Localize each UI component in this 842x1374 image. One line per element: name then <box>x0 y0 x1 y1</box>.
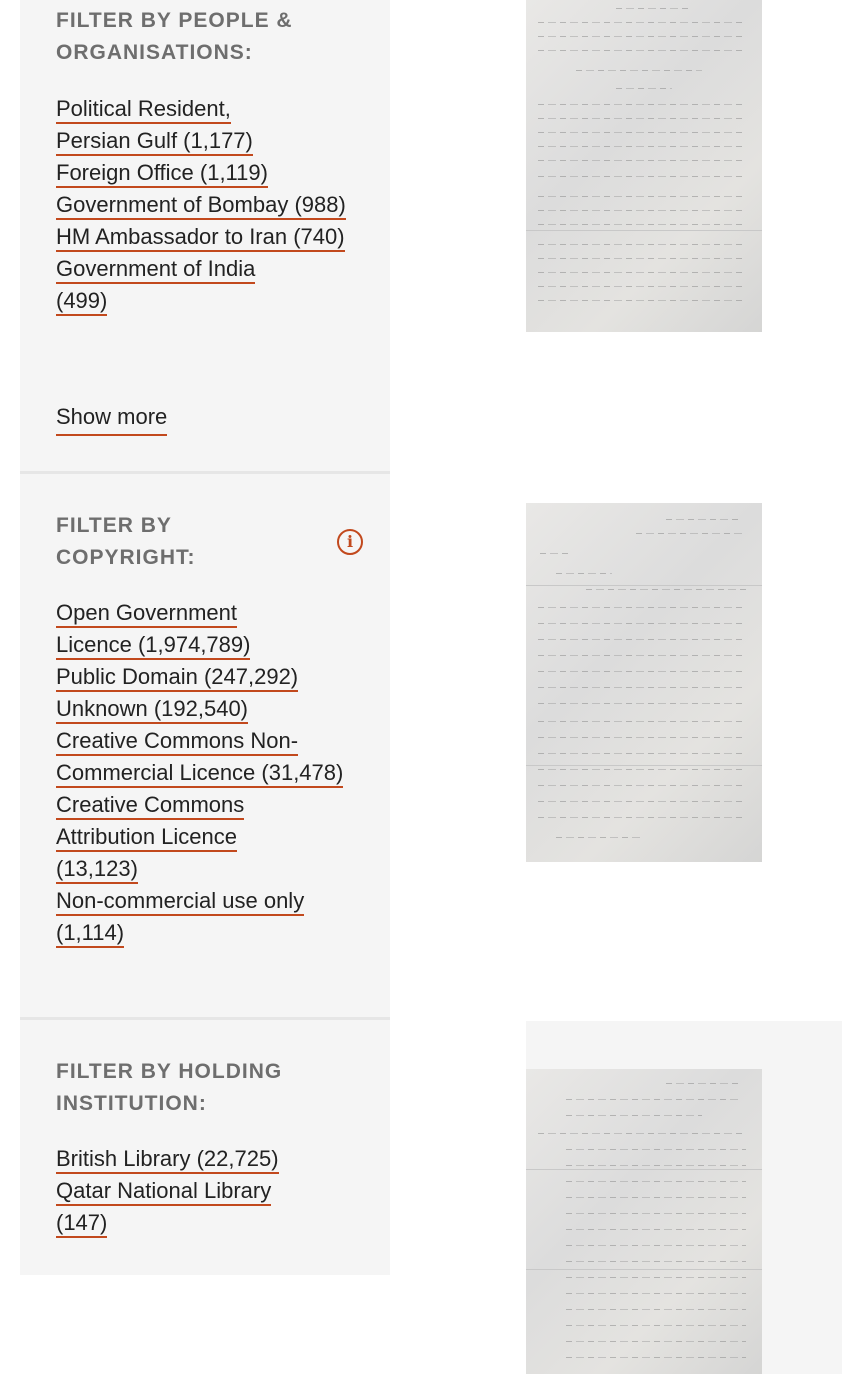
filter-heading-people: FILTER BY PEOPLE & ORGANISATIONS: <box>56 9 293 64</box>
list-item: HM Ambassador to Iran (740) <box>56 221 351 253</box>
filter-heading-holding: FILTER BY HOLDING INSTITUTION: <box>56 1060 283 1115</box>
list-item: Government of India (499) <box>56 253 306 317</box>
list-item: Government of Bombay (988) <box>56 189 351 221</box>
result-thumbnail-1[interactable] <box>526 0 762 332</box>
holding-filter-link[interactable]: Qatar National Library (147) <box>56 1178 272 1238</box>
holding-filter-list: British Library (22,725) Qatar National … <box>56 1143 356 1239</box>
list-item: Public Domain (247,292) <box>56 661 356 693</box>
list-item: Qatar National Library (147) <box>56 1175 326 1239</box>
people-filter-link[interactable]: Government of Bombay (988) <box>56 192 346 220</box>
people-filter-link[interactable]: HM Ambassador to Iran (740) <box>56 224 345 252</box>
people-filter-link[interactable]: Political Resident, Persian Gulf (1,177) <box>56 96 253 156</box>
filter-panel-holding: FILTER BY HOLDING INSTITUTION: British L… <box>20 1020 390 1275</box>
list-item: Creative Commons Non-Commercial Licence … <box>56 725 356 789</box>
list-item: Open Government Licence (1,974,789) <box>56 597 296 661</box>
info-icon[interactable]: i <box>337 529 363 555</box>
people-filter-link[interactable]: Foreign Office (1,119) <box>56 160 268 188</box>
result-thumbnail-2[interactable] <box>526 503 762 862</box>
copyright-filter-link[interactable]: Creative Commons Non-Commercial Licence … <box>56 728 344 788</box>
list-item: Non-commercial use only (1,114) <box>56 885 306 949</box>
copyright-filter-link[interactable]: Open Government Licence (1,974,789) <box>56 600 251 660</box>
people-filter-list: Political Resident, Persian Gulf (1,177)… <box>56 93 356 317</box>
people-filter-link[interactable]: Government of India (499) <box>56 256 256 316</box>
list-item: Foreign Office (1,119) <box>56 157 356 189</box>
holding-filter-link[interactable]: British Library (22,725) <box>56 1146 279 1174</box>
list-item: Political Resident, Persian Gulf (1,177) <box>56 93 286 157</box>
copyright-filter-link[interactable]: Public Domain (247,292) <box>56 664 299 692</box>
list-item: Creative Commons Attribution Licence (13… <box>56 789 296 885</box>
show-more-link[interactable]: Show more <box>56 401 168 436</box>
filter-panel-copyright: FILTER BY COPYRIGHT: i Open Government L… <box>20 474 390 1017</box>
filter-heading-copyright: FILTER BY COPYRIGHT: <box>56 514 196 569</box>
filter-panel-people: FILTER BY PEOPLE & ORGANISATIONS: Politi… <box>20 0 390 471</box>
result-thumbnail-3[interactable] <box>526 1069 762 1374</box>
copyright-filter-link[interactable]: Creative Commons Attribution Licence (13… <box>56 792 245 884</box>
list-item: British Library (22,725) <box>56 1143 356 1175</box>
copyright-filter-link[interactable]: Non-commercial use only (1,114) <box>56 888 305 948</box>
copyright-filter-list: Open Government Licence (1,974,789) Publ… <box>56 597 356 949</box>
list-item: Unknown (192,540) <box>56 693 356 725</box>
copyright-filter-link[interactable]: Unknown (192,540) <box>56 696 249 724</box>
